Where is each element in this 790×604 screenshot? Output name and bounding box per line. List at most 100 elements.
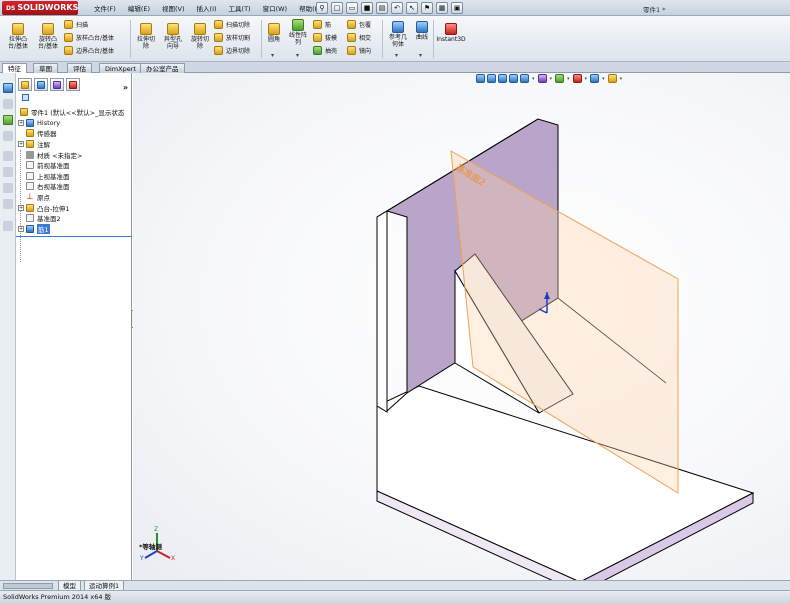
extrude-boss-button[interactable]: 拉伸凸 台/基体 (4, 23, 32, 50)
back-wall-front-edge (376, 210, 388, 413)
tree-item-right-plane[interactable]: 右视基准面 (26, 181, 70, 191)
hole-wizard-button[interactable]: 异型孔 向导 (159, 23, 187, 50)
zoom-tool-icon[interactable] (3, 167, 13, 177)
tree-item-top-plane[interactable]: 上视基准面 (26, 171, 70, 181)
options-icon[interactable]: ▣ (451, 2, 463, 14)
part-icon (20, 108, 28, 116)
expand-icon[interactable]: + (18, 120, 24, 126)
layer-icon[interactable] (3, 99, 13, 109)
rib-icon (313, 20, 322, 29)
file-properties-icon[interactable]: ▦ (436, 2, 448, 14)
tree-item-boss-extrude[interactable]: + 凸台-拉伸1 (18, 203, 69, 213)
sketch-grid-icon[interactable] (3, 83, 13, 93)
tree-item-sensors[interactable]: 传感器 (26, 128, 57, 138)
undo-icon[interactable]: ↶ (391, 2, 403, 14)
expand-icon[interactable]: + (18, 226, 24, 232)
tab-scroll-bar[interactable] (3, 583, 53, 589)
menu-file[interactable]: 文件(F) (88, 3, 122, 13)
curves-dropdown-icon[interactable]: ▾ (419, 52, 422, 59)
tree-item-history[interactable]: + History (18, 118, 60, 128)
configurationmanager-tab[interactable] (50, 78, 64, 91)
draft-button[interactable]: 拔模 (313, 32, 337, 43)
tab-office-products[interactable]: 办公室产品 (140, 63, 185, 73)
graphics-area[interactable]: ▾ ▾ ▾ ▾ ▾ ▾ 基准面2 Z X Y *等轴测 (133, 73, 790, 580)
expand-icon[interactable]: + (18, 141, 24, 147)
save-icon[interactable]: ■ (361, 2, 373, 14)
menu-view[interactable]: 视图(V) (156, 3, 191, 13)
menu-window[interactable]: 窗口(W) (257, 3, 294, 13)
tree-item-origin[interactable]: ⊥ 原点 (26, 192, 50, 203)
reference-geometry-icon (392, 21, 404, 33)
plane-icon (26, 172, 34, 180)
extrude-cut-button[interactable]: 拉伸切除 (133, 23, 159, 50)
wrap-button[interactable]: 包覆 (347, 19, 371, 30)
expand-panel-icon[interactable]: » (123, 83, 128, 92)
measure-icon[interactable] (3, 131, 13, 141)
pattern-dropdown-icon[interactable]: ▾ (296, 52, 299, 59)
section-view-icon[interactable] (3, 151, 13, 161)
rib-button[interactable]: 筋 (313, 19, 331, 30)
rebuild-icon[interactable]: ⚑ (421, 2, 433, 14)
tab-features[interactable]: 特征 (2, 63, 27, 73)
open-folder-icon[interactable]: ▭ (346, 2, 358, 14)
fillet-dropdown-icon[interactable]: ▾ (271, 52, 274, 59)
menu-bar: 文件(F) 编辑(E) 视图(V) 插入(I) 工具(T) 窗口(W) 帮助(H… (88, 0, 328, 16)
reference-geometry-dropdown-icon[interactable]: ▾ (395, 52, 398, 59)
wrap-icon (347, 20, 356, 29)
logo-text: SOLIDWORKS (17, 3, 79, 12)
shell-button[interactable]: 抽壳 (313, 45, 337, 56)
instant3d-button[interactable]: Instant3D (435, 23, 467, 43)
plane-icon (26, 214, 34, 222)
rollback-bar[interactable] (16, 236, 132, 237)
filter-icon[interactable] (22, 94, 29, 101)
boundary-cut-button[interactable]: 边界切除 (214, 45, 250, 56)
instant3d-icon (445, 23, 457, 35)
sensor-icon (26, 129, 34, 137)
reference-geometry-button[interactable]: 参考几 何体 (385, 21, 411, 48)
tree-item-material[interactable]: 材质 <未指定> (26, 150, 82, 160)
pin-icon[interactable]: ⚲ (316, 2, 328, 14)
expand-icon[interactable]: + (18, 205, 24, 211)
revolve-boss-button[interactable]: 旋转凸 台/基体 (34, 23, 62, 50)
menu-insert[interactable]: 插入(I) (191, 3, 223, 13)
tree-item-annotations[interactable]: + 注解 (18, 139, 50, 149)
sweep-button[interactable]: 扫描 (64, 19, 88, 30)
intersect-button[interactable]: 相交 (347, 32, 371, 43)
menu-tools[interactable]: 工具(T) (223, 3, 257, 13)
view-orientation-icon[interactable] (3, 199, 13, 209)
feature-tool-icon[interactable] (3, 115, 13, 125)
rib-feature-icon (26, 225, 34, 233)
ds-logo-mark: DS (6, 5, 16, 12)
display-style-icon[interactable] (3, 183, 13, 193)
print-icon[interactable]: ▤ (376, 2, 388, 14)
menu-edit[interactable]: 编辑(E) (122, 3, 156, 13)
mirror-button[interactable]: 镜向 (347, 45, 371, 56)
model-viewport: 基准面2 Z X Y (139, 118, 755, 580)
tree-root-part[interactable]: 零件1 (默认<<默认>_显示状态 (20, 107, 124, 117)
curves-button[interactable]: 曲线 (412, 21, 432, 41)
sweep-cut-button[interactable]: 扫描切除 (214, 19, 250, 30)
loft-button[interactable]: 放样凸台/基体 (64, 32, 114, 43)
view-orientation-label: *等轴测 (139, 543, 162, 551)
tree-item-plane2[interactable]: 基准面2 (26, 213, 61, 223)
loft-cut-button[interactable]: 放样切割 (214, 32, 250, 43)
tree-item-rib1[interactable]: + 筋1 (18, 224, 50, 234)
left-toolbar (0, 73, 16, 580)
tree-item-front-plane[interactable]: 前视基准面 (26, 160, 70, 170)
new-document-icon[interactable]: □ (331, 2, 343, 14)
fillet-icon (268, 23, 280, 35)
tab-dimxpert[interactable]: DimXpert (99, 63, 142, 73)
tab-evaluate[interactable]: 评估 (67, 63, 92, 73)
boundary-boss-button[interactable]: 边界凸台/基体 (64, 45, 114, 56)
propertymanager-tab[interactable] (34, 78, 48, 91)
revolve-cut-button[interactable]: 旋转切除 (187, 23, 213, 50)
fillet-button[interactable]: 圆角 (263, 23, 285, 43)
displaymanager-tab[interactable] (66, 78, 80, 91)
annotation-icon (26, 140, 34, 148)
solidworks-logo[interactable]: DS SOLIDWORKS (2, 1, 78, 15)
macro-icon[interactable] (3, 221, 13, 231)
featuremanager-tab[interactable] (18, 78, 32, 91)
linear-pattern-button[interactable]: 线性阵列 (285, 19, 311, 46)
tab-sketch[interactable]: 草图 (33, 63, 58, 73)
select-arrow-icon[interactable]: ↖ (406, 2, 418, 14)
